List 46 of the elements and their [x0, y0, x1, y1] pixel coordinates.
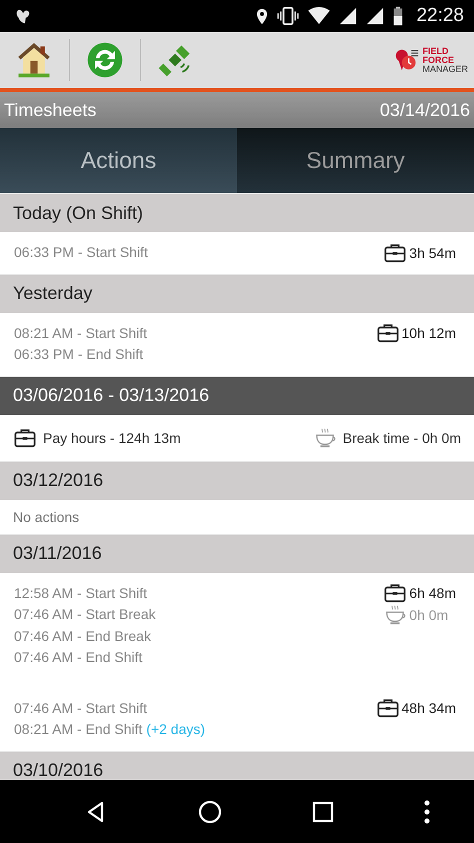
briefcase-icon [13, 426, 37, 448]
day-header: 03/10/2016 [0, 750, 474, 780]
battery-icon [393, 6, 404, 26]
day-header: Today (On Shift) [0, 193, 474, 232]
action-entry: 07:46 AM - Start Shift [14, 698, 148, 718]
duration-text: 0h 0m [409, 606, 448, 623]
home-icon [198, 800, 222, 824]
week-header: 03/06/2016 - 03/13/2016 [0, 376, 474, 414]
briefcase-icon [376, 322, 400, 344]
briefcase-icon [383, 582, 408, 604]
empty-message: No actions [12, 508, 80, 526]
tab[interactable]: Summary [237, 128, 474, 193]
sync-icon [85, 40, 125, 80]
action-entry: 08:21 AM - End Shift (+2 days) [14, 720, 206, 739]
day-header: Yesterday [0, 274, 474, 312]
action-entry: 06:33 PM - End Shift [14, 345, 144, 364]
pin-clock-icon [394, 48, 420, 72]
signal-icon [339, 7, 358, 25]
overflow-menu-icon [424, 800, 430, 824]
date-text: 03/14/2016 [380, 100, 470, 120]
briefcase-icon [383, 242, 408, 264]
tab[interactable]: Actions [0, 128, 237, 193]
recents-icon [310, 800, 334, 824]
day-header: 03/12/2016 [0, 460, 474, 500]
clock-text: 22:28 [416, 5, 464, 27]
action-entry: 07:46 AM - End Shift [14, 648, 144, 667]
day-header: 03/11/2016 [0, 534, 474, 572]
coffee-cup-icon [383, 604, 408, 626]
duration-text: 48h 34m [402, 700, 456, 716]
duration-text: 10h 12m [402, 325, 456, 342]
vibrate-icon [277, 7, 300, 25]
action-entry: 12:58 AM - Start Shift [14, 584, 148, 602]
screen-title: Timesheets [4, 100, 96, 120]
total-text: Pay hours - 124h 13m [43, 430, 181, 446]
duration-text: 3h 54m [409, 244, 456, 261]
action-entry: 06:33 PM - Start Shift [14, 243, 148, 262]
action-entry: 07:46 AM - End Break [14, 626, 152, 646]
action-entry: 07:46 AM - Start Break [14, 605, 156, 624]
total-text: Break time - 0h 0m [342, 430, 461, 446]
logo-text: FIELD FORCE MANAGER [422, 46, 468, 74]
action-entry: 08:21 AM - Start Shift [14, 324, 148, 342]
signal-icon [366, 7, 384, 25]
wifi-icon [308, 7, 330, 25]
briefcase-icon [376, 697, 400, 720]
location-icon [256, 8, 268, 24]
duration-text: 6h 48m [409, 585, 456, 602]
